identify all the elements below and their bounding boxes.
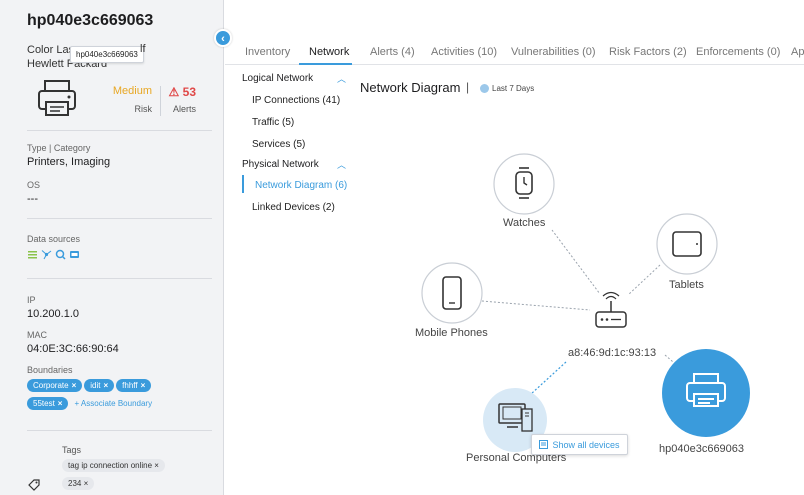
risk-level: Medium (112, 85, 152, 97)
show-all-devices-button[interactable]: Show all devices (531, 434, 628, 455)
remove-icon[interactable]: × (103, 381, 108, 390)
tab-risk-factors[interactable]: Risk Factors (2) (609, 46, 687, 58)
tab-applications[interactable]: Ap (791, 46, 804, 58)
link-tablets (627, 264, 661, 296)
tab-vulnerabilities[interactable]: Vulnerabilities (0) (511, 46, 596, 58)
tab-inventory[interactable]: Inventory (245, 46, 290, 58)
link-watches (551, 229, 601, 295)
boundary-chip[interactable]: idit × (84, 379, 115, 392)
watches-label: Watches (503, 217, 546, 229)
list-icon (28, 251, 37, 259)
network-subnav: Logical Network ︿ IP Connections (41) Tr… (225, 66, 355, 495)
node-watches (493, 153, 555, 215)
mobile-phones-label: Mobile Phones (415, 327, 488, 339)
boundary-chip[interactable]: 55test × (27, 397, 69, 410)
divider (27, 278, 212, 279)
os-value: --- (27, 193, 38, 205)
tab-activities[interactable]: Activities (10) (431, 46, 497, 58)
node-mobile-phones (421, 262, 483, 324)
divider (27, 218, 212, 219)
boundaries-list: Corporate × idit × fhhff × 55test × + Associate… (27, 379, 217, 415)
date-range-selector[interactable]: Last 7 Days (480, 84, 534, 93)
type-value: Printers, Imaging (27, 156, 111, 168)
link-pcs (518, 361, 567, 406)
alerts-label: Alerts (172, 104, 196, 114)
subnav-ip-connections[interactable]: IP Connections (41) (252, 95, 340, 106)
link-mobile (469, 299, 591, 311)
remove-icon[interactable]: × (58, 399, 63, 408)
tab-bar: Inventory Network Alerts (4) Activities … (225, 37, 804, 65)
subnav-linked-devices[interactable]: Linked Devices (2) (252, 202, 335, 213)
chevron-up-icon[interactable]: ︿ (337, 158, 346, 171)
alerts-count-value: 53 (182, 85, 196, 99)
remove-icon[interactable]: × (154, 461, 159, 470)
type-label: Type | Category (27, 143, 91, 153)
computer-icon (498, 403, 526, 424)
tab-network[interactable]: Network (309, 46, 349, 58)
diagram-title: Network Diagram (360, 80, 461, 95)
printer-icon (38, 80, 76, 116)
title-separator: | (466, 80, 470, 94)
watch-icon (515, 171, 533, 195)
boundaries-label: Boundaries (27, 365, 73, 375)
logical-network-header[interactable]: Logical Network (242, 73, 313, 84)
ip-value: 10.200.1.0 (27, 308, 79, 320)
device-icon (70, 251, 79, 258)
subnav-services[interactable]: Services (5) (252, 139, 305, 150)
active-tab-indicator (299, 63, 352, 65)
collapse-panel-button[interactable]: ‹ (214, 29, 232, 47)
device-name-tooltip: hp040e3c669063 (70, 46, 144, 63)
date-range-label: Last 7 Days (492, 84, 535, 93)
node-device (662, 349, 750, 437)
tablets-label: Tablets (669, 279, 704, 291)
device-model-suffix: lf (140, 43, 146, 55)
network-icon (41, 250, 52, 260)
alerts-count[interactable]: ⚠ 53 (166, 85, 196, 99)
scan-icon (55, 249, 66, 260)
tags-label: Tags (62, 445, 82, 455)
boundary-chip[interactable]: fhhff × (116, 379, 152, 392)
phone-icon (442, 276, 462, 310)
device-name: hp040e3c669063 (27, 12, 154, 29)
remove-icon[interactable]: × (72, 381, 77, 390)
divider (160, 86, 161, 116)
device-side-panel: hp040e3c669063 Color Las Hewlett Packard… (0, 0, 224, 495)
tag-chip[interactable]: 234 × (62, 477, 95, 490)
tab-enforcements[interactable]: Enforcements (0) (696, 46, 780, 58)
boundary-chip[interactable]: Corporate × (27, 379, 83, 392)
ip-label: IP (27, 295, 36, 305)
chevron-up-icon[interactable]: ︿ (337, 72, 346, 85)
os-label: OS (27, 180, 41, 190)
subnav-traffic[interactable]: Traffic (5) (252, 117, 294, 128)
remove-icon[interactable]: × (84, 479, 89, 488)
data-sources-label: Data sources (27, 234, 81, 244)
list-icon (539, 440, 549, 449)
risk-label: Risk (134, 104, 153, 114)
mac-label: MAC (27, 330, 47, 340)
active-subnav-indicator (242, 175, 244, 193)
associate-boundary-link[interactable]: + Associate Boundary (74, 399, 152, 408)
tablet-icon (672, 231, 702, 257)
physical-network-header[interactable]: Physical Network (242, 159, 319, 170)
router-mac-label: a8:46:9d:1c:93:13 (568, 347, 657, 359)
device-model-prefix: Color Las (27, 44, 75, 56)
show-all-label: Show all devices (552, 439, 620, 450)
divider (27, 130, 212, 131)
mac-value: 04:0E:3C:66:90:64 (27, 343, 119, 355)
tab-alerts[interactable]: Alerts (4) (370, 46, 415, 58)
data-sources-icons (27, 249, 80, 260)
warning-icon: ⚠ (168, 85, 180, 99)
tag-icon (28, 479, 40, 491)
clock-icon (480, 84, 489, 93)
printer-icon (686, 373, 726, 407)
node-tablets (656, 213, 718, 275)
subnav-network-diagram[interactable]: Network Diagram (6) (255, 180, 347, 191)
node-router (595, 291, 627, 328)
tag-chip[interactable]: tag ip connection online × (62, 459, 165, 472)
link-device (664, 354, 681, 369)
divider (27, 430, 212, 431)
device-node-label: hp040e3c669063 (659, 443, 745, 455)
router-icon (595, 311, 627, 328)
remove-icon[interactable]: × (141, 381, 146, 390)
